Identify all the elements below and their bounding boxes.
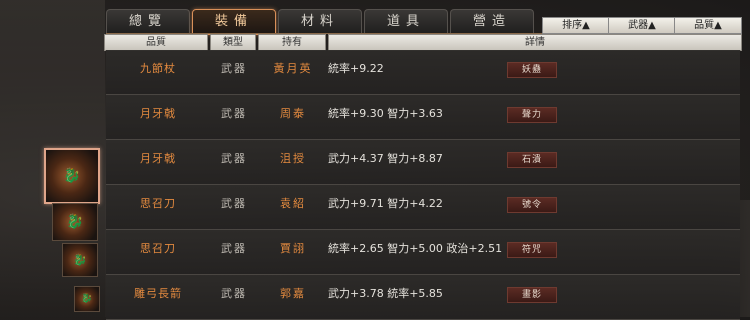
- item-tag-badge: 石潰: [507, 152, 557, 168]
- item-thumbnail-selected[interactable]: 🐉: [44, 148, 100, 204]
- tab-construction[interactable]: 營造: [450, 9, 534, 34]
- sort-order-button[interactable]: 排序▲: [542, 17, 610, 34]
- item-detail: 統率+9.30 智力+3.63: [328, 107, 443, 120]
- item-owner: 郭嘉: [280, 287, 306, 300]
- item-detail: 武力+9.71 智力+4.22: [328, 197, 443, 210]
- item-name: 月牙戟: [140, 107, 176, 120]
- equipment-list: 九節杖 武器 黃月英 統率+9.22 妖蠱 月牙戟 武器 周泰 統率+9.30 …: [106, 50, 740, 320]
- tab-materials[interactable]: 材料: [278, 9, 362, 34]
- item-owner: 周泰: [280, 107, 306, 120]
- item-name: 雕弓長箭: [134, 287, 182, 300]
- item-detail: 統率+2.65 智力+5.00 政治+2.51: [328, 242, 503, 255]
- dragon-icon: 🐉: [63, 168, 81, 184]
- item-name: 思召刀: [140, 197, 176, 210]
- item-type: 武器: [221, 287, 247, 300]
- column-header-quality[interactable]: 品質: [104, 34, 208, 51]
- item-tag-badge: 妖蠱: [507, 62, 557, 78]
- table-row[interactable]: 月牙戟 武器 周泰 統率+9.30 智力+3.63 聲力: [106, 95, 740, 140]
- dragon-icon: 🐉: [66, 214, 84, 230]
- tab-overview[interactable]: 總覽: [106, 9, 190, 34]
- item-thumbnail[interactable]: 🐉: [74, 286, 100, 312]
- tab-equipment[interactable]: 裝備: [192, 9, 276, 35]
- item-owner: 黃月英: [273, 62, 313, 75]
- table-row[interactable]: 思召刀 武器 袁紹 武力+9.71 智力+4.22 號令: [106, 185, 740, 230]
- item-thumbnail[interactable]: 🐉: [62, 243, 98, 277]
- sort-weapon-button[interactable]: 武器▲: [608, 17, 676, 34]
- item-detail: 武力+3.78 統率+5.85: [328, 287, 443, 300]
- item-owner: 袁紹: [280, 197, 306, 210]
- table-row[interactable]: 月牙戟 武器 沮授 武力+4.37 智力+8.87 石潰: [106, 140, 740, 185]
- item-tag-badge: 符咒: [507, 242, 557, 258]
- table-row[interactable]: 思召刀 武器 賈詡 統率+2.65 智力+5.00 政治+2.51 符咒: [106, 230, 740, 275]
- sort-quality-button[interactable]: 品質▲: [674, 17, 742, 34]
- item-type: 武器: [221, 152, 247, 165]
- column-header-detail[interactable]: 詳情: [328, 34, 742, 51]
- item-name: 月牙戟: [140, 152, 176, 165]
- table-row[interactable]: 九節杖 武器 黃月英 統率+9.22 妖蠱: [106, 50, 740, 95]
- tab-items[interactable]: 道具: [364, 9, 448, 34]
- dragon-icon: 🐉: [73, 253, 87, 267]
- table-row[interactable]: 雕弓長箭 武器 郭嘉 武力+3.78 統率+5.85 畫影: [106, 275, 740, 320]
- item-name: 九節杖: [140, 62, 176, 75]
- item-detail: 統率+9.22: [328, 62, 384, 75]
- dragon-icon: 🐉: [81, 294, 93, 304]
- item-tag-badge: 號令: [507, 197, 557, 213]
- item-type: 武器: [221, 107, 247, 120]
- item-detail: 武力+4.37 智力+8.87: [328, 152, 443, 165]
- item-owner: 賈詡: [280, 242, 306, 255]
- item-type: 武器: [221, 197, 247, 210]
- item-owner: 沮授: [280, 152, 306, 165]
- item-tag-badge: 畫影: [507, 287, 557, 303]
- column-header-type[interactable]: 類型: [210, 34, 256, 51]
- column-header-owner[interactable]: 持有: [258, 34, 326, 51]
- item-type: 武器: [221, 242, 247, 255]
- item-name: 思召刀: [140, 242, 176, 255]
- item-thumbnail[interactable]: 🐉: [52, 203, 98, 241]
- item-type: 武器: [221, 62, 247, 75]
- item-tag-badge: 聲力: [507, 107, 557, 123]
